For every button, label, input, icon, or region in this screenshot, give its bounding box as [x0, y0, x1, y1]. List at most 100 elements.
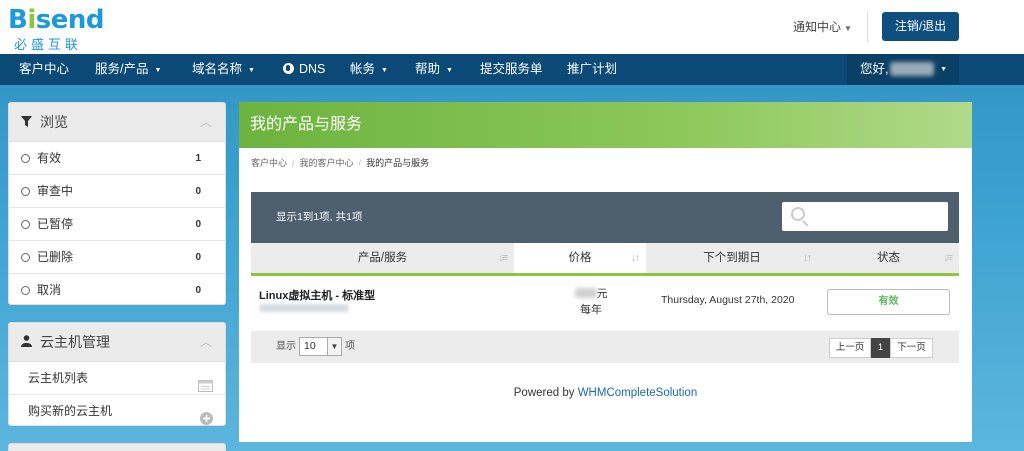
filter-pending[interactable]: 审查中 0	[9, 175, 225, 208]
price-unit: 元	[596, 288, 608, 300]
caret-down-icon: ▼	[446, 67, 453, 74]
brand-logo[interactable]: Bisend 必盛互联	[8, 5, 108, 52]
next-due-date: Thursday, August 27th, 2020	[661, 294, 795, 306]
browse-panel: 浏览 ︿ 有效 1 审查中 0 已暂停 0 已删除 0 取消 0	[8, 102, 226, 305]
page-size-select[interactable]: 10 ▼	[299, 336, 342, 356]
radio-icon	[21, 253, 30, 262]
column-product[interactable]: 产品/服务 ↓≡	[251, 243, 514, 276]
column-price[interactable]: 价格 ↓↑	[514, 243, 646, 276]
breadcrumb-divider: /	[358, 158, 362, 168]
cloud-list-link[interactable]: 云主机列表	[9, 362, 225, 395]
column-label: 状态	[877, 252, 900, 264]
nav-item-submit-ticket[interactable]: 提交服务单	[480, 54, 543, 85]
panel-title: 浏览	[40, 114, 68, 130]
filter-count: 0	[195, 252, 201, 263]
filter-label: 已暂停	[37, 217, 74, 231]
logo-wordmark: Bisend	[8, 5, 105, 35]
table-row[interactable]: Linux虚拟主机 - 标准型 元 每年 Thursday, August 27…	[251, 276, 959, 331]
show-suffix: 项	[345, 341, 355, 352]
nav-item-domains[interactable]: 域名名称 ▼	[192, 54, 255, 85]
notifications-dropdown[interactable]: 通知中心 ▼	[793, 18, 852, 35]
globe-icon	[283, 63, 294, 74]
link-label: 云主机列表	[28, 371, 89, 385]
products-panel: 我的产品与服务 客户中心 / 我的客户中心 / 我的产品与服务 显示1到1项, 共1项 …	[239, 102, 972, 442]
radio-icon	[21, 187, 30, 196]
filter-count: 1	[195, 153, 201, 164]
top-header: Bisend 必盛互联 通知中心 ▼ 注销/退出	[0, 0, 1024, 54]
nav-item-affiliates[interactable]: 推广计划	[567, 54, 617, 85]
caret-down-icon: ▼	[248, 67, 255, 74]
breadcrumb-divider: /	[292, 158, 295, 168]
filter-label: 审查中	[37, 184, 74, 198]
search-input[interactable]	[782, 202, 948, 231]
caret-down-icon: ▼	[940, 66, 947, 73]
caret-down-icon: ▼	[844, 24, 852, 33]
caret-down-icon: ▼	[154, 67, 162, 74]
show-label: 显示	[276, 341, 296, 352]
filter-count: 0	[195, 186, 201, 197]
nav-label: 域名名称	[192, 62, 243, 76]
link-label: 购买新的云主机	[28, 404, 113, 418]
next-page-button[interactable]: 下一页	[890, 338, 933, 358]
nav-item-services[interactable]: 服务/产品 ▼	[95, 54, 161, 85]
buy-cloud-link[interactable]: 购买新的云主机	[9, 395, 225, 428]
breadcrumb: 客户中心 / 我的客户中心 / 我的产品与服务	[251, 156, 429, 169]
sort-desc-icon: ↓≡	[498, 252, 508, 264]
nav-label: 客户中心	[19, 62, 70, 76]
table-footer: 显示 10 ▼ 项 上一页 1 下一页	[251, 331, 959, 363]
filter-cancelled[interactable]: 取消 0	[9, 274, 225, 307]
main-nav: 客户中心 服务/产品 ▼ 域名名称 ▼ DNS 帐务 ▼ 帮助 ▼ 提交服务单 推广计划…	[0, 54, 1024, 85]
nav-item-dns[interactable]: DNS	[283, 54, 325, 85]
column-status[interactable]: 状态 ↓≡	[818, 243, 959, 276]
filter-count: 0	[195, 219, 201, 230]
column-due-date[interactable]: 下个到期日 ↓↑	[646, 243, 818, 276]
caret-down-icon: ▼	[381, 67, 388, 74]
filter-label: 有效	[37, 151, 62, 165]
filter-terminated[interactable]: 已删除 0	[9, 241, 225, 274]
browse-panel-header[interactable]: 浏览 ︿	[9, 103, 225, 142]
table-header: 产品/服务 ↓≡ 价格 ↓↑ 下个到期日 ↓↑ 状态 ↓≡	[251, 243, 959, 276]
filter-count: 0	[195, 285, 201, 296]
logo-subtitle: 必盛互联	[14, 37, 83, 52]
filter-label: 已删除	[37, 250, 74, 264]
product-name[interactable]: Linux虚拟主机 - 标准型	[259, 287, 375, 303]
nav-label: 服务/产品	[95, 62, 149, 76]
page-size-control: 显示 10 ▼ 项	[276, 331, 355, 363]
notifications-label: 通知中心	[793, 20, 842, 34]
breadcrumb-my-client-area[interactable]: 我的客户中心	[300, 158, 354, 168]
column-label: 价格	[568, 252, 592, 264]
filter-icon	[21, 104, 35, 143]
page-title: 我的产品与服务	[239, 102, 972, 148]
filter-suspended[interactable]: 已暂停 0	[9, 208, 225, 241]
page-size-value: 10	[304, 339, 316, 352]
nav-item-client-area[interactable]: 客户中心	[19, 54, 69, 85]
chevron-up-icon[interactable]: ︿	[200, 103, 212, 142]
cloud-panel: 云主机管理 ︿ 云主机列表 购买新的云主机	[8, 322, 226, 426]
column-label: 产品/服务	[357, 252, 408, 264]
product-price: 元 每年	[561, 286, 621, 318]
user-icon	[21, 324, 35, 363]
prev-page-button[interactable]: 上一页	[829, 338, 871, 358]
sort-icon: ↓↑	[631, 252, 640, 264]
powered-by: Powered by WHMCompleteSolution	[239, 387, 972, 399]
account-dropdown[interactable]: 您好, ▼	[847, 54, 959, 85]
chevron-down-icon: ▼	[327, 337, 341, 355]
nav-item-billing[interactable]: 帐务 ▼	[350, 54, 388, 85]
greeting-label: 您好,	[860, 62, 889, 76]
page-1-button[interactable]: 1	[871, 338, 890, 358]
chevron-up-icon[interactable]: ︿	[200, 323, 212, 362]
breadcrumb-client-area[interactable]: 客户中心	[251, 158, 287, 168]
filter-label: 取消	[37, 283, 62, 297]
nav-label: 提交服务单	[480, 62, 543, 76]
redacted-domain	[259, 304, 349, 312]
column-label: 下个到期日	[703, 252, 761, 264]
breadcrumb-current: 我的产品与服务	[366, 158, 430, 168]
logout-button[interactable]: 注销/退出	[882, 12, 959, 41]
nav-item-help[interactable]: 帮助 ▼	[415, 54, 453, 85]
nav-label: 推广计划	[567, 62, 618, 76]
sort-desc-icon: ↓≡	[943, 252, 953, 264]
whmcs-link[interactable]: WHMCompleteSolution	[578, 387, 698, 399]
filter-active[interactable]: 有效 1	[9, 142, 225, 175]
panel-title: 云主机管理	[40, 334, 110, 350]
cloud-panel-header[interactable]: 云主机管理 ︿	[9, 323, 225, 362]
